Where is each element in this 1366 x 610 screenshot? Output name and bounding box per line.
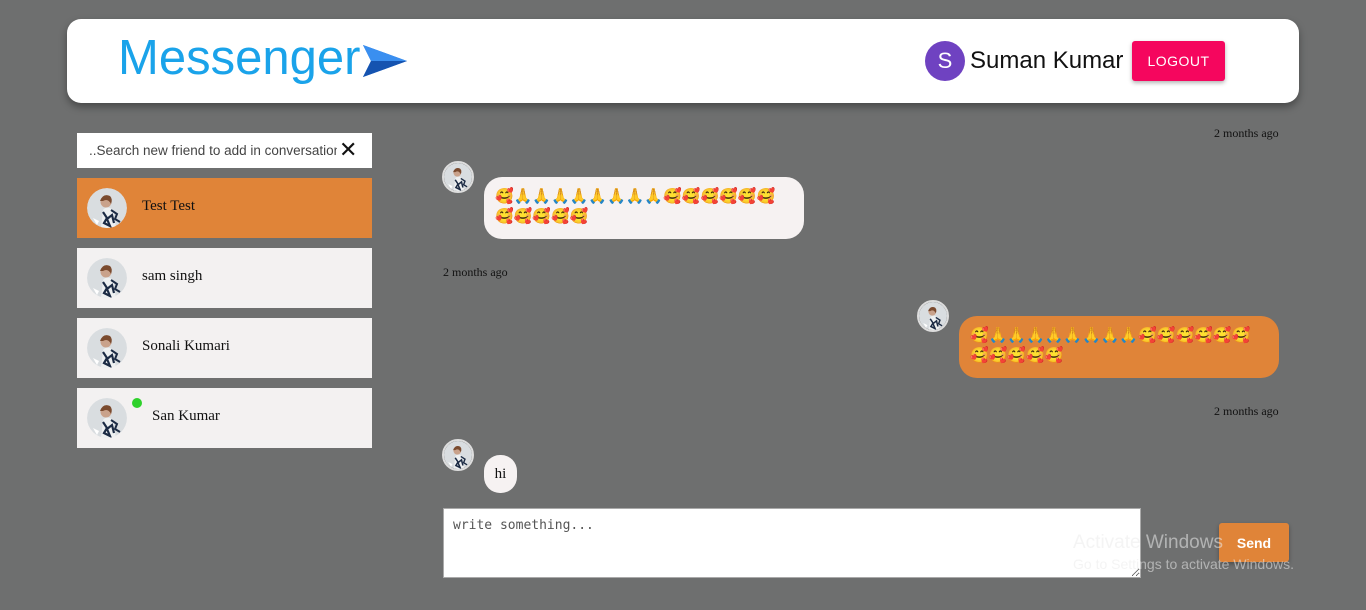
send-button[interactable]: Send — [1219, 523, 1289, 562]
conversation-name: Test Test — [142, 198, 196, 214]
conversation-item[interactable]: Test Test — [77, 178, 372, 238]
conversation-name: San Kumar — [152, 408, 220, 424]
current-user: S Suman Kumar — [925, 41, 1123, 81]
app-header: Messenger S Suman Kumar LOGOUT — [67, 19, 1299, 103]
message-bubble-received: hi — [484, 455, 517, 493]
avatar — [442, 439, 474, 471]
brand-title: Messenger — [118, 31, 361, 85]
conversation-name: Sonali Kumari — [142, 338, 230, 354]
user-name: Suman Kumar — [970, 47, 1124, 74]
avatar — [917, 300, 949, 332]
avatar: S — [925, 41, 965, 81]
online-indicator — [132, 398, 142, 408]
message-input[interactable] — [443, 508, 1141, 578]
paper-plane-icon — [363, 44, 408, 77]
conversation-item[interactable]: San Kumar — [77, 388, 372, 448]
message-bubble-received: 🥰🙏🙏🙏🙏🙏🙏🙏🙏🥰🥰🥰🥰🥰🥰🥰🥰🥰🥰🥰 — [484, 177, 804, 239]
avatar — [87, 398, 127, 438]
brand-logo[interactable]: Messenger — [118, 34, 408, 83]
conversation-item[interactable]: sam singh — [77, 248, 372, 308]
avatar — [87, 188, 127, 228]
message-bubble-sent: 🥰🙏🙏🙏🙏🙏🙏🙏🙏🥰🥰🥰🥰🥰🥰🥰🥰🥰🥰🥰 — [959, 316, 1279, 378]
message-timestamp: 2 months ago — [1214, 404, 1279, 418]
message-timestamp: 2 months ago — [1214, 126, 1279, 140]
conversation-name: sam singh — [142, 268, 203, 284]
close-icon[interactable]: ✕ — [339, 139, 357, 162]
message-timestamp: 2 months ago — [443, 265, 508, 279]
conversation-item[interactable]: Sonali Kumari — [77, 318, 372, 378]
logout-button[interactable]: LOGOUT — [1132, 41, 1225, 81]
friend-search: ✕ — [77, 133, 372, 168]
search-input[interactable] — [77, 134, 337, 167]
avatar — [442, 161, 474, 193]
avatar — [87, 328, 127, 368]
avatar — [87, 258, 127, 298]
